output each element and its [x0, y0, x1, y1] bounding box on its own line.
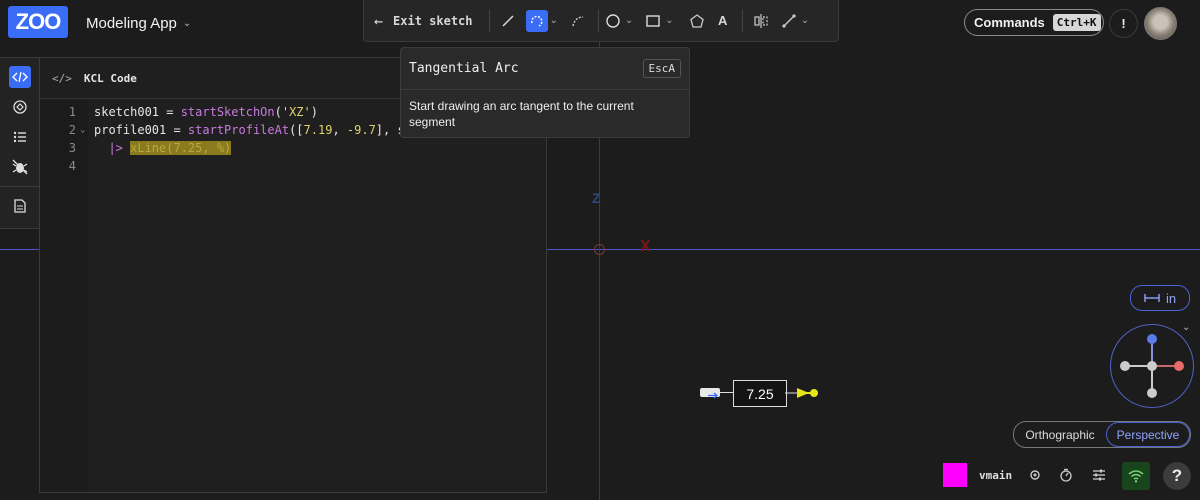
app-logo[interactable]: ZOO [8, 6, 68, 38]
toolbar-divider [597, 9, 599, 32]
code-token: startProfileAt [187, 123, 290, 137]
toolbar-divider [741, 9, 743, 32]
fold-chevron-icon[interactable]: ⌄ [80, 125, 85, 135]
code-token: , [332, 123, 347, 137]
tangential-arc-icon [530, 15, 543, 27]
tooltip-body: Start drawing an arc tangent to the curr… [409, 99, 634, 129]
arc-icon [572, 15, 583, 26]
chevron-down-icon[interactable]: ⌄ [665, 15, 673, 26]
line-number: 2 [68, 123, 76, 137]
commands-button[interactable]: Commands Ctrl+K [964, 9, 1104, 36]
dimension-value-input[interactable]: 7.25 [733, 380, 787, 407]
code-token: 7.19 [303, 123, 333, 137]
projection-toggle: Orthographic Perspective [1013, 421, 1191, 448]
constraint-tool-button[interactable]: ⌄ [781, 7, 809, 35]
code-text: |> xLine(7.25, %) [94, 141, 232, 155]
axis-x-label: X [640, 238, 651, 255]
units-button[interactable]: in [1130, 285, 1190, 311]
gear-icon[interactable] [1026, 466, 1044, 484]
commands-shortcut: Ctrl+K [1052, 14, 1101, 31]
line-number: 1 [68, 105, 76, 119]
three-point-arc-tool-button[interactable] [564, 7, 592, 35]
panel-title: KCL Code [83, 71, 137, 85]
active-tool-highlight [525, 9, 548, 32]
constraint-icon [782, 13, 796, 28]
chevron-down-icon[interactable]: ⌄ [550, 15, 558, 26]
code-token: ) [310, 105, 318, 119]
code-line[interactable]: 3 |> xLine(7.25, %) [40, 139, 546, 157]
segment-start-handle[interactable] [700, 388, 720, 399]
app-title: Modeling App [86, 15, 177, 32]
axis-z-label: Z [592, 190, 601, 206]
origin-marker [594, 244, 605, 255]
branch-label: vmain [979, 469, 1013, 482]
chevron-down-icon[interactable]: ⌄ [625, 15, 633, 26]
left-sidebar [0, 57, 41, 229]
arrow-left-icon: ← [374, 11, 384, 30]
sketch-toolbar: ← Exit sketch ⌄ ⌄ ⌄ A ⌄ [363, 0, 839, 42]
chevron-down-icon[interactable]: ⌄ [1182, 322, 1190, 333]
mirror-tool-button[interactable] [749, 7, 773, 35]
code-token: ([ [289, 123, 304, 137]
chevron-down-icon[interactable]: ⌄ [801, 15, 809, 26]
code-icon: </> [52, 71, 72, 85]
code-text: sketch001 = startSketchOn('XZ') [94, 105, 318, 119]
text-icon: A [717, 13, 728, 28]
mirror-icon [754, 13, 768, 28]
help-button[interactable]: ? [1163, 462, 1191, 490]
tool-tooltip: Tangential Arc EscA Start drawing an arc… [400, 47, 690, 138]
exit-sketch-button[interactable]: ← Exit sketch [364, 7, 483, 35]
bug-icon[interactable] [9, 156, 31, 178]
code-token: xLine(7.25, %) [130, 141, 232, 155]
rail-divider [0, 186, 40, 187]
tooltip-shortcut: EscA [642, 59, 681, 78]
document-icon[interactable] [9, 195, 31, 217]
notifications-button[interactable]: ! [1109, 9, 1138, 38]
circle-tool-button[interactable]: ⌄ [605, 7, 633, 35]
tangential-arc-tool-button[interactable]: ⌄ [525, 7, 558, 35]
line-number: 3 [68, 141, 76, 155]
code-token: ( [274, 105, 282, 119]
code-token: |> [94, 141, 131, 155]
tooltip-title: Tangential Arc [409, 61, 519, 76]
avatar[interactable] [1144, 7, 1177, 40]
circle-icon [606, 13, 620, 28]
commands-label: Commands [974, 15, 1045, 30]
pentagon-icon [689, 13, 704, 28]
sliders-icon[interactable] [1090, 466, 1108, 484]
toolbar-divider [488, 9, 490, 32]
parts-icon[interactable] [9, 96, 31, 118]
timer-icon[interactable] [1057, 466, 1075, 484]
project-menu[interactable]: Modeling App ⌄ [86, 15, 191, 32]
code-token: startSketchOn [180, 105, 275, 119]
code-text: profile001 = startProfileAt([7.19, -9.7]… [94, 123, 405, 137]
dimension-line [720, 392, 733, 393]
polygon-tool-button[interactable] [684, 7, 710, 35]
list-icon[interactable] [9, 126, 31, 148]
orthographic-option[interactable]: Orthographic [1014, 422, 1106, 447]
rectangle-icon [646, 14, 660, 27]
code-token: 'XZ' [281, 105, 311, 119]
view-gizmo[interactable] [1110, 324, 1194, 408]
line-number: 4 [68, 159, 76, 173]
chevron-down-icon: ⌄ [182, 18, 192, 29]
color-swatch[interactable] [943, 463, 967, 487]
units-label: in [1165, 290, 1177, 306]
line-icon [501, 14, 514, 27]
network-health-button[interactable] [1122, 462, 1150, 490]
segment-end-arrow-icon[interactable] [785, 385, 821, 401]
ruler-icon [1144, 294, 1160, 302]
code-token: profile001 = [94, 123, 188, 137]
code-token: -9.7 [346, 123, 376, 137]
exit-sketch-label: Exit sketch [393, 13, 473, 28]
text-tool-button[interactable]: A [710, 7, 736, 35]
perspective-option[interactable]: Perspective [1106, 422, 1190, 447]
line-tool-button[interactable] [496, 7, 520, 35]
code-icon[interactable] [9, 66, 31, 88]
wifi-icon [1128, 470, 1144, 483]
rectangle-tool-button[interactable]: ⌄ [645, 7, 674, 35]
code-line[interactable]: 4 [40, 157, 546, 175]
code-token: sketch001 = [94, 105, 181, 119]
